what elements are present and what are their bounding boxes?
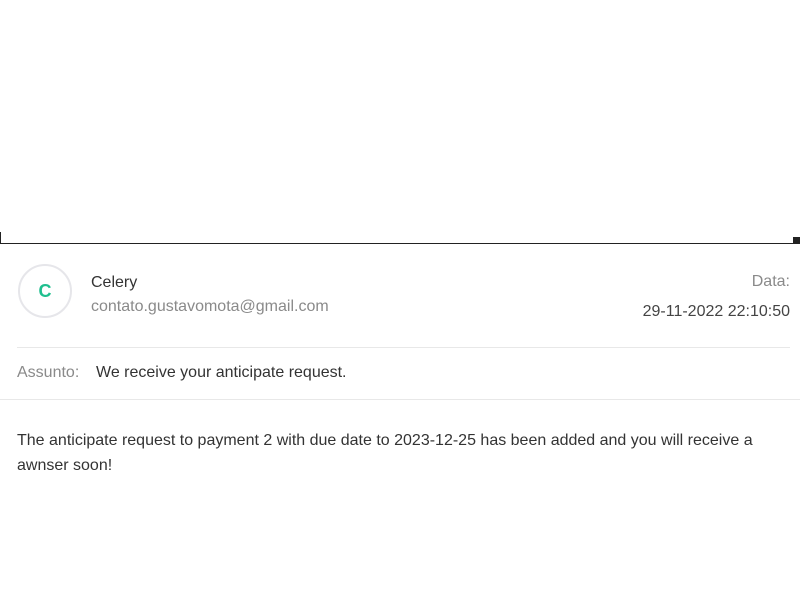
sender-name: Celery [91, 274, 138, 291]
sender-email: contato.gustavomota@gmail.com [91, 298, 329, 315]
resize-handle[interactable] [793, 237, 800, 244]
subject-row: Assunto: We receive your anticipate reque… [17, 364, 347, 384]
message-body: The anticipate request to payment 2 with… [17, 432, 753, 474]
body-divider [0, 399, 800, 400]
avatar: C [18, 264, 72, 318]
email-view: C Celery contato.gustavomota@gmail.com D… [0, 0, 800, 600]
subject-label: Assunto: [17, 364, 80, 381]
blank-area [0, 0, 800, 244]
date-value: 29-11-2022 22:10:50 [642, 303, 790, 320]
email-header: C Celery contato.gustavomota@gmail.com D… [0, 244, 800, 348]
header-divider [17, 347, 790, 348]
date-label: Data: [751, 273, 790, 290]
subject-value: We receive your anticipate request. [96, 364, 347, 381]
